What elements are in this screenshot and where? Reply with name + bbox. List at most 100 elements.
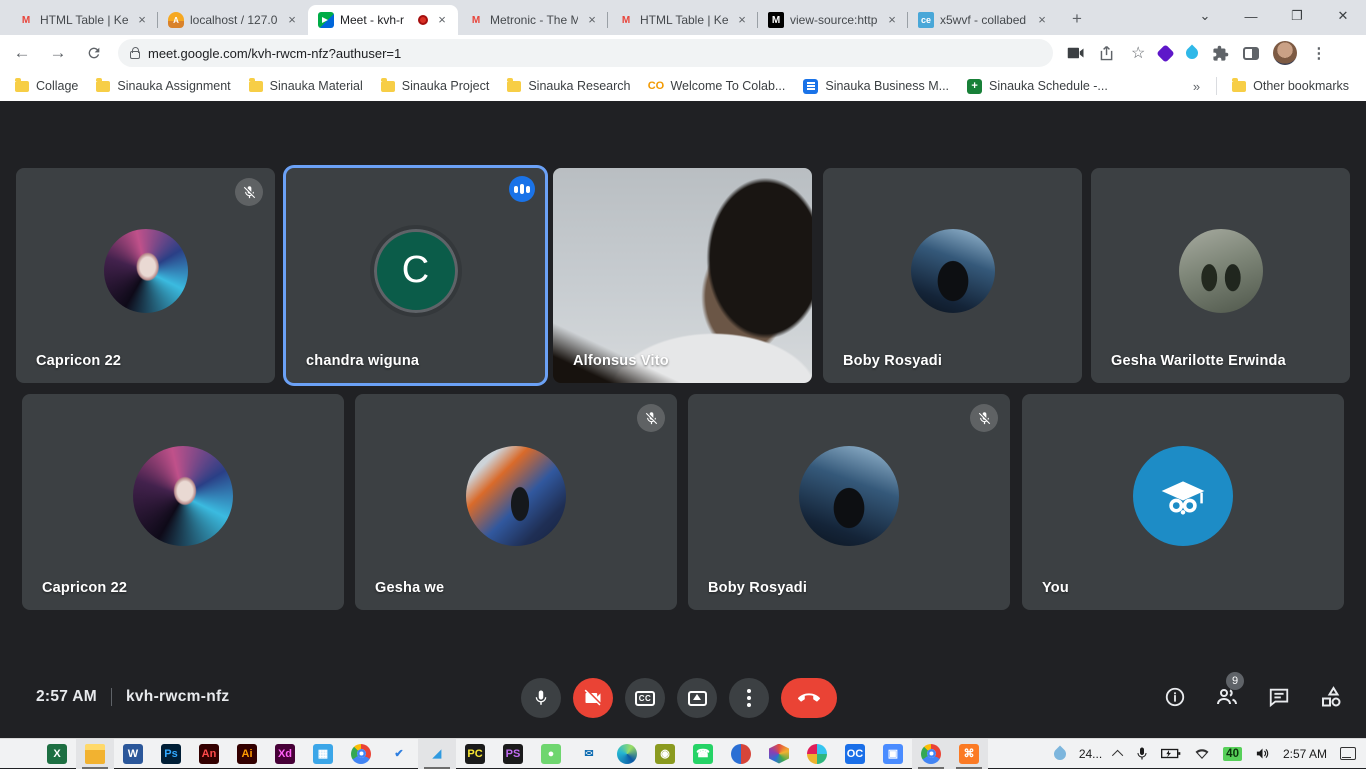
taskbar-mail-button[interactable]: ✉ <box>570 739 608 769</box>
participant-tile[interactable]: Gesha Warilotte Erwinda <box>1091 168 1350 383</box>
taskbar-photoshop-button[interactable]: Ps <box>152 739 190 769</box>
bookmark-item[interactable]: Sinauka Research <box>498 74 639 98</box>
tab-camera-indicator-icon[interactable] <box>1067 46 1085 60</box>
bookmark-item[interactable]: Sinauka Business M... <box>794 74 958 98</box>
taskbar-word-button[interactable]: W <box>114 739 152 769</box>
browser-tab[interactable]: Meet - kvh-r × <box>308 5 458 35</box>
taskbar-xd-button[interactable]: Xd <box>266 739 304 769</box>
browser-tab[interactable]: ce x5wvf - collabed × <box>908 5 1058 35</box>
taskbar-hexagon-app-button[interactable] <box>760 739 798 769</box>
tray-battery-percent-badge[interactable]: 40 <box>1223 747 1242 761</box>
extension-diamond-icon[interactable] <box>1157 44 1175 62</box>
bookmark-item[interactable]: Sinauka Assignment <box>87 74 239 98</box>
action-center-icon[interactable] <box>1340 747 1356 760</box>
taskbar-phpstorm-button[interactable]: PS <box>494 739 532 769</box>
minimize-button[interactable]: — <box>1228 9 1274 24</box>
taskbar-todo-check-button[interactable]: ✔ <box>380 739 418 769</box>
bookmark-item[interactable]: Sinauka Schedule -... <box>958 74 1117 98</box>
participant-tile[interactable]: Gesha we <box>355 394 677 610</box>
present-button[interactable] <box>677 678 717 718</box>
browser-tab[interactable]: M view-source:http × <box>758 5 908 35</box>
bookmark-item[interactable]: CO Welcome To Colab... <box>639 74 794 98</box>
taskbar-slack-button[interactable] <box>798 739 836 769</box>
tab-close-icon[interactable]: × <box>734 12 750 28</box>
taskbar-illustrator-button[interactable]: Ai <box>228 739 266 769</box>
address-bar[interactable]: meet.google.com/kvh-rwcm-nfz?authuser=1 <box>118 39 1053 67</box>
mic-button[interactable] <box>521 678 561 718</box>
bookmark-item[interactable]: Sinauka Project <box>372 74 499 98</box>
browser-menu-icon[interactable]: ⋮ <box>1311 44 1326 62</box>
taskbar-octocam-button[interactable]: OC <box>836 739 874 769</box>
tab-close-icon[interactable]: × <box>584 12 600 28</box>
chat-button[interactable] <box>1266 684 1292 710</box>
taskbar-edge-button[interactable] <box>608 739 646 769</box>
bookmark-item[interactable]: Collage <box>6 74 87 98</box>
bookmark-item[interactable]: Sinauka Material <box>240 74 372 98</box>
meeting-details-button[interactable] <box>1162 684 1188 710</box>
url-text[interactable]: meet.google.com/kvh-rwcm-nfz?authuser=1 <box>148 46 401 61</box>
taskbar-sketchbook-button[interactable] <box>722 739 760 769</box>
browser-tab[interactable]: M HTML Table | Kee × <box>8 5 158 35</box>
more-options-button[interactable] <box>729 678 769 718</box>
taskbar-xampp-button[interactable]: ⌘ <box>950 739 988 769</box>
tab-close-icon[interactable]: × <box>884 12 900 28</box>
activities-button[interactable] <box>1318 684 1344 710</box>
taskbar-zoom-button[interactable]: ▣ <box>874 739 912 769</box>
maximize-button[interactable]: ❐ <box>1274 8 1320 24</box>
side-panel-icon[interactable] <box>1243 47 1259 60</box>
captions-button[interactable]: CC <box>625 678 665 718</box>
extensions-puzzle-icon[interactable] <box>1212 45 1229 62</box>
taskbar-excel-button[interactable]: X <box>38 739 76 769</box>
browser-tab[interactable]: M Metronic - The M × <box>458 5 608 35</box>
reload-button[interactable] <box>80 39 108 67</box>
forward-button[interactable]: → <box>44 39 72 67</box>
taskbar-vscode-button[interactable]: ◢ <box>418 739 456 769</box>
close-window-button[interactable]: ✕ <box>1320 8 1366 24</box>
browser-tab[interactable]: M HTML Table | Kee × <box>608 5 758 35</box>
tab-search-chevron-icon[interactable]: ⌄ <box>1182 8 1228 24</box>
bookmarks-overflow-chevron[interactable]: » <box>1183 79 1210 94</box>
new-tab-button[interactable]: + <box>1064 6 1090 32</box>
tray-battery-icon[interactable] <box>1161 747 1181 760</box>
taskbar-calendar-button[interactable]: ▦ <box>304 739 342 769</box>
tray-expand-chevron-icon[interactable] <box>1112 749 1123 760</box>
participant-tile[interactable]: C chandra wiguna <box>286 168 545 383</box>
participant-tile[interactable]: Capricon 22 <box>16 168 275 383</box>
tray-overflow-text[interactable]: 24... <box>1079 747 1102 761</box>
taskbar-animate-button[interactable]: An <box>190 739 228 769</box>
tray-wifi-icon[interactable] <box>1194 747 1210 760</box>
camera-off-button[interactable] <box>573 678 613 718</box>
profile-avatar[interactable] <box>1273 41 1297 65</box>
taskbar-android-button[interactable]: ● <box>532 739 570 769</box>
taskbar-camera-app-button[interactable]: ◉ <box>646 739 684 769</box>
end-call-button[interactable] <box>781 678 837 718</box>
back-button[interactable]: ← <box>8 39 36 67</box>
illustrator-icon: Ai <box>237 744 257 764</box>
taskbar-chrome-button[interactable] <box>342 739 380 769</box>
tab-close-icon[interactable]: × <box>134 12 150 28</box>
secure-lock-icon[interactable] <box>130 51 140 59</box>
tab-close-icon[interactable]: × <box>284 12 300 28</box>
tab-close-icon[interactable]: × <box>1034 12 1050 28</box>
taskbar-file-explorer-button[interactable] <box>76 739 114 769</box>
tray-weather-icon[interactable] <box>1051 745 1068 762</box>
participants-button[interactable]: 9 <box>1214 684 1240 710</box>
browser-tab[interactable]: A localhost / 127.0. × <box>158 5 308 35</box>
tab-close-icon[interactable]: × <box>434 12 450 28</box>
other-bookmarks-button[interactable]: Other bookmarks <box>1223 74 1358 98</box>
participant-tile[interactable]: Capricon 22 <box>22 394 344 610</box>
share-icon[interactable] <box>1099 45 1117 61</box>
taskbar-start-button[interactable] <box>0 739 38 769</box>
participant-tile[interactable]: Boby Rosyadi <box>688 394 1010 610</box>
tray-mic-icon[interactable] <box>1136 746 1148 761</box>
tray-clock[interactable]: 2:57 AM <box>1283 747 1327 761</box>
taskbar-whatsapp-button[interactable]: ☎ <box>684 739 722 769</box>
taskbar-chrome-2-button[interactable] <box>912 739 950 769</box>
taskbar-pycharm-button[interactable]: PC <box>456 739 494 769</box>
tray-volume-icon[interactable] <box>1255 747 1270 760</box>
extension-drop-icon[interactable] <box>1184 45 1201 62</box>
bookmark-star-icon[interactable]: ☆ <box>1131 43 1145 63</box>
participant-tile[interactable]: Alfonsus Vito <box>553 168 812 383</box>
participant-tile[interactable]: You <box>1022 394 1344 610</box>
participant-tile[interactable]: Boby Rosyadi <box>823 168 1082 383</box>
